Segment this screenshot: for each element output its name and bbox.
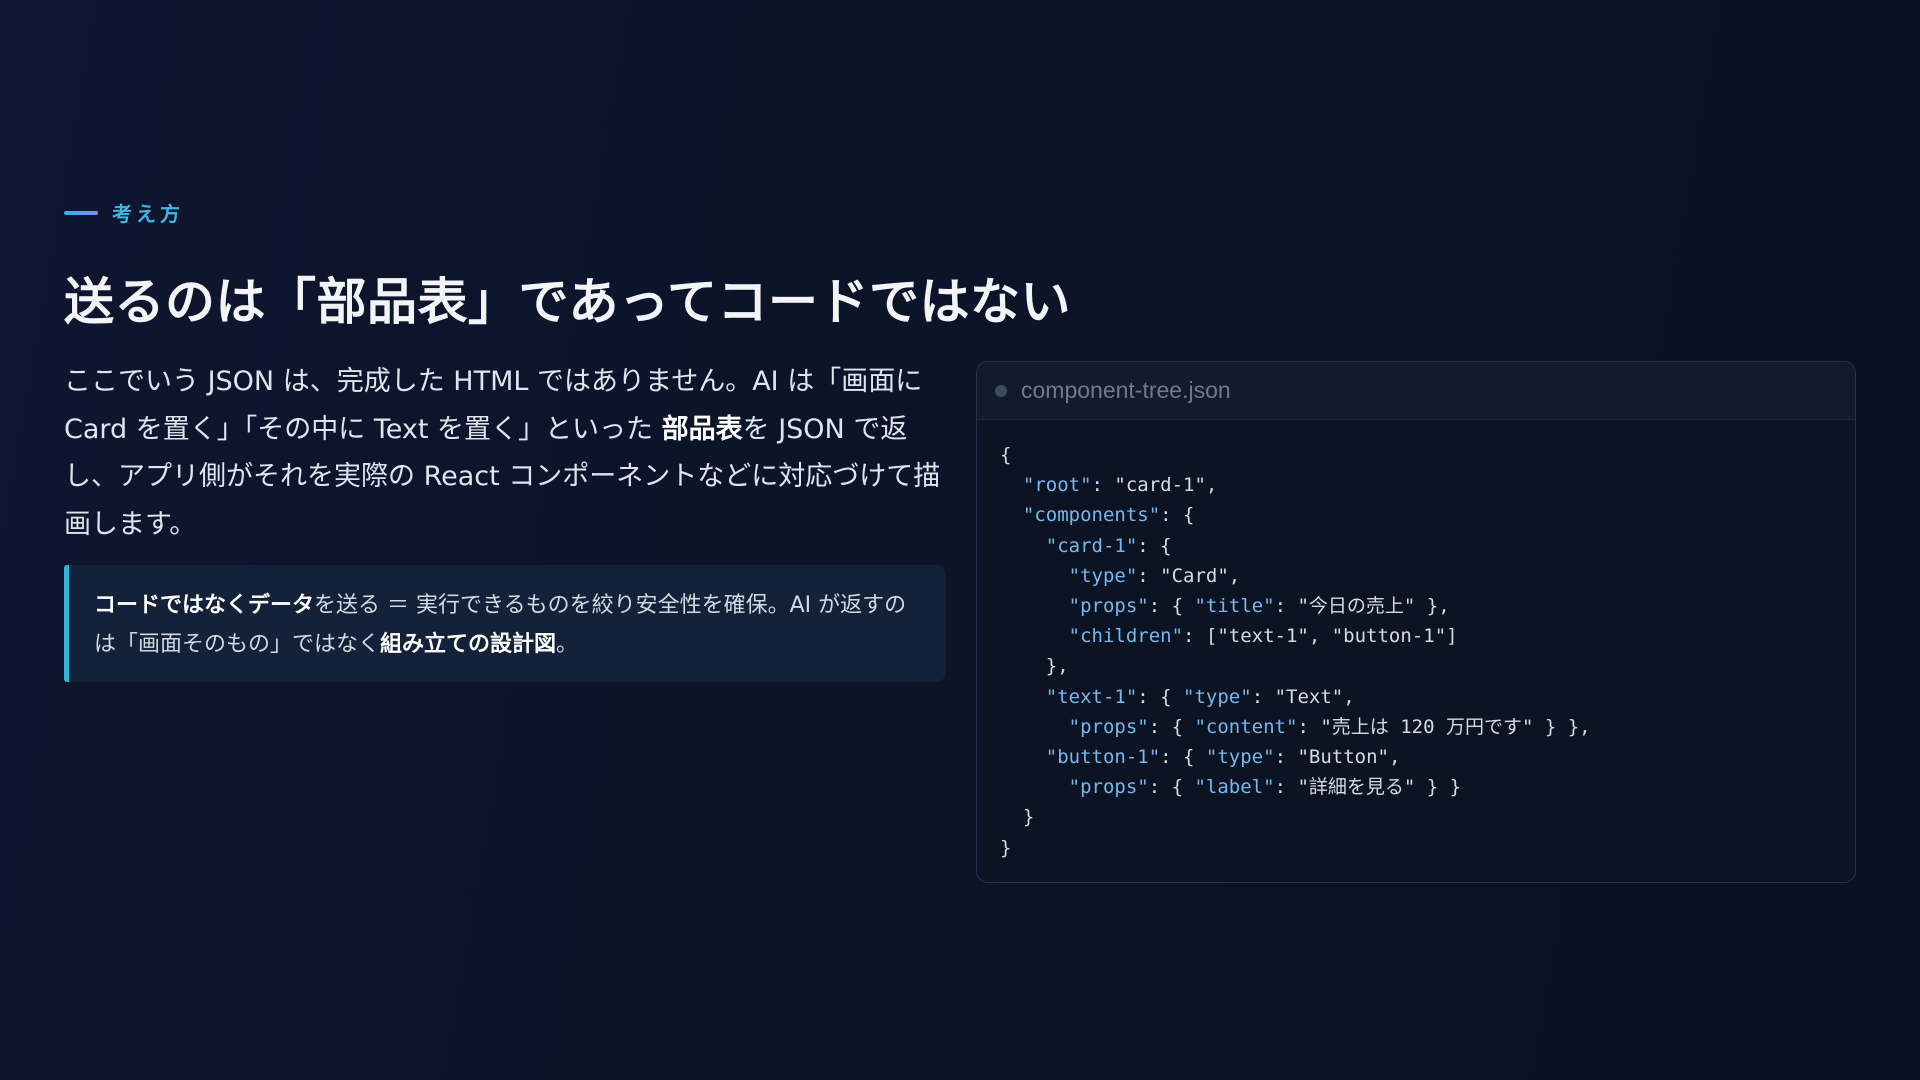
code-line: "text-1": { "type": "Text", bbox=[1045, 685, 1355, 708]
code-line: "props": { "content": "売上は 120 万円です" } }… bbox=[1068, 715, 1591, 738]
code-line: { bbox=[1000, 444, 1012, 466]
code-line: "type": "Card", bbox=[1068, 564, 1241, 587]
eyebrow-accent-line bbox=[64, 210, 98, 215]
callout-emphasis-2: 組み立ての設計図 bbox=[380, 631, 557, 657]
code-line: "children": ["text-1", "button-1"] bbox=[1068, 625, 1458, 648]
eyebrow-label: 考え方 bbox=[112, 202, 184, 226]
code-line: } bbox=[1000, 836, 1012, 859]
code-line: } bbox=[1000, 806, 1035, 829]
window-dot-icon bbox=[995, 384, 1007, 397]
code-line: "props": { "label": "詳細を見る" } } bbox=[1068, 776, 1462, 799]
body-text-emphasis: 部品表 bbox=[661, 413, 743, 445]
page-title: 送るのは「部品表」であってコードではない bbox=[64, 273, 1071, 331]
section-eyebrow: 考え方 bbox=[64, 198, 184, 227]
callout-note: コードではなくデータを送る ＝ 実行できるものを絞り安全性を確保。AI が返すの… bbox=[64, 565, 946, 682]
code-line: "components": { bbox=[1022, 504, 1195, 527]
code-line: "props": { "title": "今日の売上" }, bbox=[1068, 595, 1450, 618]
code-panel-header: component-tree.json bbox=[977, 362, 1855, 420]
code-line: }, bbox=[1000, 655, 1069, 678]
body-paragraph: ここでいう JSON は、完成した HTML ではありません。AI は「画面に … bbox=[64, 358, 954, 548]
code-panel: component-tree.json { "root": "card-1", … bbox=[976, 361, 1856, 883]
code-line: "card-1": { bbox=[1045, 534, 1172, 557]
code-filename: component-tree.json bbox=[1021, 377, 1231, 403]
callout-emphasis-1: コードではなくデータ bbox=[94, 593, 315, 618]
code-line: "root": "card-1", bbox=[1022, 474, 1218, 497]
code-line: "button-1": { "type": "Button", bbox=[1045, 746, 1401, 769]
callout-text-2: 。 bbox=[556, 631, 579, 657]
code-block: { "root": "card-1", "components": { "car… bbox=[977, 420, 1855, 863]
